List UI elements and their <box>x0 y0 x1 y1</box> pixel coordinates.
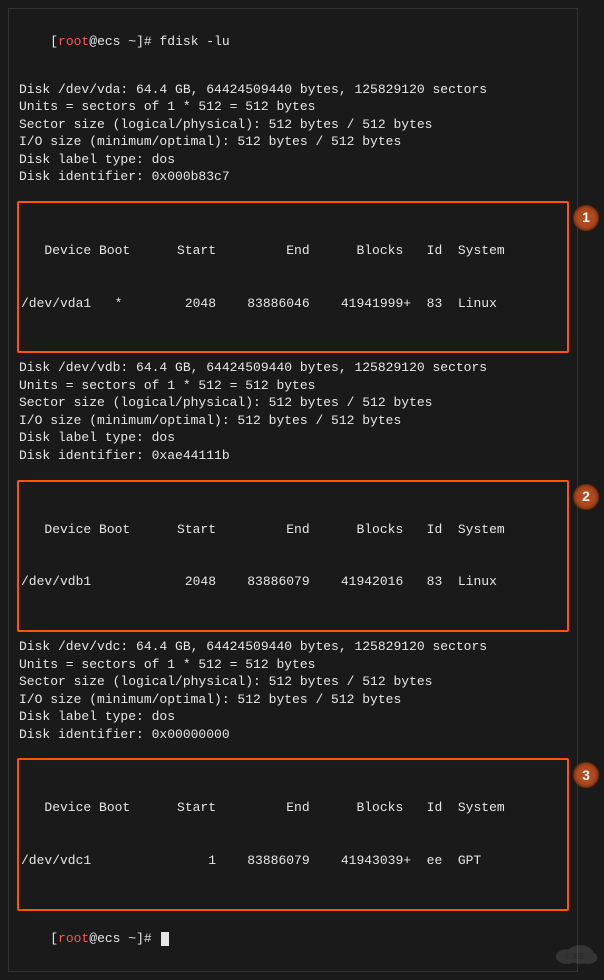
partition-table-box: Device Boot Start End Blocks Id System /… <box>17 758 569 910</box>
prompt-line: [root@ecs ~]# fdisk -lu <box>19 15 567 68</box>
disk-header: Disk /dev/vdb: 64.4 GB, 64424509440 byte… <box>19 359 567 377</box>
watermark-icon: 亿速云 <box>545 941 604 967</box>
disk-ident: Disk identifier: 0xae44111b <box>19 447 567 465</box>
terminal-window[interactable]: [root@ecs ~]# fdisk -lu Disk /dev/vda: 6… <box>8 8 578 972</box>
disk-units: Units = sectors of 1 * 512 = 512 bytes <box>19 98 567 116</box>
table-header: Device Boot Start End Blocks Id System <box>21 242 565 260</box>
table-row: /dev/vda1 * 2048 83886046 41941999+ 83 L… <box>21 295 565 313</box>
disk-header: Disk /dev/vda: 64.4 GB, 64424509440 byte… <box>19 81 567 99</box>
disk-units: Units = sectors of 1 * 512 = 512 bytes <box>19 656 567 674</box>
table-row: /dev/vdb1 2048 83886079 41942016 83 Linu… <box>21 573 565 591</box>
disk-sector: Sector size (logical/physical): 512 byte… <box>19 116 567 134</box>
disk-io: I/O size (minimum/optimal): 512 bytes / … <box>19 133 567 151</box>
disk-label: Disk label type: dos <box>19 429 567 447</box>
disk-io: I/O size (minimum/optimal): 512 bytes / … <box>19 412 567 430</box>
disk-ident: Disk identifier: 0x00000000 <box>19 726 567 744</box>
svg-text:亿速云: 亿速云 <box>566 953 585 961</box>
table-row: /dev/vdc1 1 83886079 41943039+ ee GPT <box>21 852 565 870</box>
disk-io: I/O size (minimum/optimal): 512 bytes / … <box>19 691 567 709</box>
callout-badge: 1 <box>573 205 599 231</box>
prompt-host: ecs <box>97 931 120 946</box>
disk-ident: Disk identifier: 0x000b83c7 <box>19 168 567 186</box>
callout-badge: 3 <box>573 762 599 788</box>
disk-label: Disk label type: dos <box>19 151 567 169</box>
prompt-user: root <box>58 34 89 49</box>
command-text: fdisk -lu <box>159 34 229 49</box>
disk-units: Units = sectors of 1 * 512 = 512 bytes <box>19 377 567 395</box>
disk-sector: Sector size (logical/physical): 512 byte… <box>19 394 567 412</box>
callout-badge: 2 <box>573 484 599 510</box>
disk-label: Disk label type: dos <box>19 708 567 726</box>
partition-table-box: Device Boot Start End Blocks Id System /… <box>17 201 569 353</box>
prompt-user: root <box>58 931 89 946</box>
table-header: Device Boot Start End Blocks Id System <box>21 799 565 817</box>
prompt-host: ecs <box>97 34 120 49</box>
cursor-icon <box>161 932 169 946</box>
prompt-line[interactable]: [root@ecs ~]# <box>19 913 567 966</box>
disk-header: Disk /dev/vdc: 64.4 GB, 64424509440 byte… <box>19 638 567 656</box>
disk-sector: Sector size (logical/physical): 512 byte… <box>19 673 567 691</box>
table-header: Device Boot Start End Blocks Id System <box>21 521 565 539</box>
